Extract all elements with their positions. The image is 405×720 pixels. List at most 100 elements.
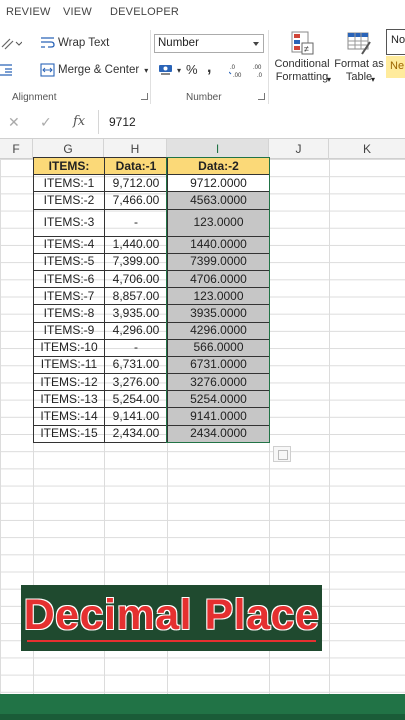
column-header-h[interactable]: H xyxy=(104,139,167,159)
data1-cell[interactable]: - xyxy=(104,208,168,237)
svg-text:≠: ≠ xyxy=(304,44,309,54)
table-row: ITEMS:-3-123.0000 xyxy=(33,208,270,237)
item-cell[interactable]: ITEMS:-2 xyxy=(33,191,105,210)
data1-cell[interactable]: 5,254.00 xyxy=(104,390,168,409)
item-cell[interactable]: ITEMS:-6 xyxy=(33,269,105,289)
merge-center-label: Merge & Center xyxy=(58,64,140,76)
item-cell[interactable]: ITEMS:-10 xyxy=(33,338,105,357)
item-cell[interactable]: ITEMS:-11 xyxy=(33,355,105,375)
banner-title: Decimal Place xyxy=(23,591,320,639)
format-as-table-dropdown-icon[interactable]: ▾ xyxy=(371,75,375,84)
data1-cell[interactable]: 8,857.00 xyxy=(104,287,168,306)
merge-center-icon xyxy=(40,63,55,77)
percent-button[interactable]: % xyxy=(186,62,198,77)
column-header-i[interactable]: I xyxy=(167,139,269,159)
data1-cell[interactable]: 7,466.00 xyxy=(104,191,168,210)
data1-cell[interactable]: 4,706.00 xyxy=(104,269,168,289)
ribbon-divider xyxy=(268,30,269,104)
cell-style-neutral[interactable]: Ne xyxy=(386,56,405,78)
currency-button[interactable]: ▾ xyxy=(158,63,181,77)
item-cell[interactable]: ITEMS:-4 xyxy=(33,235,105,254)
number-format-select[interactable]: Number xyxy=(154,34,264,53)
currency-icon xyxy=(159,65,172,75)
column-header-g[interactable]: G xyxy=(33,139,104,159)
data2-cell[interactable]: 566.0000 xyxy=(167,338,270,357)
data1-cell[interactable]: 1,440.00 xyxy=(104,235,168,254)
merge-dropdown-icon[interactable]: ▾ xyxy=(144,66,148,75)
formula-input[interactable]: 9712 xyxy=(98,110,405,134)
decrease-decimal-button[interactable]: .00 .0 xyxy=(252,62,268,78)
cell-style-normal[interactable]: No xyxy=(386,29,405,55)
ribbon-divider xyxy=(150,30,151,104)
item-cell[interactable]: ITEMS:-15 xyxy=(33,424,105,443)
wrap-text-button[interactable]: Wrap Text xyxy=(40,36,109,50)
data2-cell[interactable]: 4563.0000 xyxy=(167,191,270,210)
data2-cell[interactable]: 3935.0000 xyxy=(167,304,270,323)
data1-cell[interactable]: 6,731.00 xyxy=(104,355,168,375)
conditional-formatting-dropdown-icon[interactable]: ▾ xyxy=(327,75,331,84)
table-row: ITEMS:-1 9,712.00 9712.0000 xyxy=(33,174,270,193)
format-as-table-icon xyxy=(347,32,371,55)
increase-decimal-icon: .0 .00 xyxy=(229,65,242,78)
item-cell[interactable]: ITEMS:-5 xyxy=(33,252,105,271)
item-cell[interactable]: ITEMS:-1 xyxy=(33,174,105,193)
quick-analysis-icon[interactable] xyxy=(273,446,291,462)
data2-cell[interactable]: 6731.0000 xyxy=(167,355,270,375)
orientation-button[interactable] xyxy=(0,36,22,50)
insert-function-button[interactable]: fx xyxy=(73,114,85,129)
data2-cell[interactable]: 9141.0000 xyxy=(167,407,270,426)
tab-view[interactable]: VIEW xyxy=(63,6,92,18)
data2-cell[interactable]: 4706.0000 xyxy=(167,269,270,289)
item-cell[interactable]: ITEMS:-3 xyxy=(33,208,105,237)
header-cell-items[interactable]: ITEMS: xyxy=(33,156,105,176)
indent-button[interactable] xyxy=(0,63,14,77)
data2-cell[interactable]: 4296.0000 xyxy=(167,321,270,340)
table-row: ITEMS:-14 9,141.00 9141.0000 xyxy=(33,407,270,426)
banner-underline xyxy=(27,640,316,642)
data1-cell[interactable]: 3,276.00 xyxy=(104,373,168,392)
item-cell[interactable]: ITEMS:-7 xyxy=(33,287,105,306)
enter-icon[interactable]: ✓ xyxy=(40,114,52,131)
data1-cell[interactable]: - xyxy=(104,338,168,357)
column-header-k[interactable]: K xyxy=(329,139,405,159)
data2-cell[interactable]: 1440.0000 xyxy=(167,235,270,254)
increase-decimal-button[interactable]: .0 .00 xyxy=(229,62,245,78)
data1-cell[interactable]: 3,935.00 xyxy=(104,304,168,323)
data1-cell[interactable]: 9,712.00 xyxy=(104,174,168,193)
alignment-launcher-icon[interactable] xyxy=(141,93,148,100)
header-cell-data1[interactable]: Data:-1 xyxy=(104,156,168,176)
item-cell[interactable]: ITEMS:-12 xyxy=(33,373,105,392)
data2-cell[interactable]: 123.0000 xyxy=(167,287,270,306)
data2-cell[interactable]: 2434.0000 xyxy=(167,424,270,443)
column-header-f[interactable]: F xyxy=(0,139,33,159)
data2-cell[interactable]: 7399.0000 xyxy=(167,252,270,271)
tab-developer[interactable]: DEVELOPER xyxy=(110,6,179,18)
number-launcher-icon[interactable] xyxy=(258,93,265,100)
comma-style-button[interactable]: , xyxy=(207,59,211,77)
conditional-formatting-button[interactable]: ≠ Conditional Formatting xyxy=(272,30,332,84)
item-cell[interactable]: ITEMS:-8 xyxy=(33,304,105,323)
item-cell[interactable]: ITEMS:-13 xyxy=(33,390,105,409)
data1-cell[interactable]: 4,296.00 xyxy=(104,321,168,340)
data2-cell[interactable]: 3276.0000 xyxy=(167,373,270,392)
title-banner: Decimal Place xyxy=(21,585,322,651)
ribbon-tab-bar: REVIEW VIEW DEVELOPER xyxy=(0,0,405,26)
format-as-table-label-2: Table xyxy=(345,71,373,83)
column-header-j[interactable]: J xyxy=(269,139,329,159)
data1-cell[interactable]: 9,141.00 xyxy=(104,407,168,426)
data1-cell[interactable]: 2,434.00 xyxy=(104,424,168,443)
format-as-table-button[interactable]: Format as Table xyxy=(334,30,384,84)
item-cell[interactable]: ITEMS:-14 xyxy=(33,407,105,426)
data2-cell[interactable]: 5254.0000 xyxy=(167,390,270,409)
cancel-icon[interactable]: ✕ xyxy=(8,114,20,131)
item-cell[interactable]: ITEMS:-9 xyxy=(33,321,105,340)
svg-text:.0: .0 xyxy=(257,73,263,78)
merge-center-button[interactable]: Merge & Center ▾ xyxy=(40,63,148,77)
data2-cell[interactable]: 123.0000 xyxy=(167,208,270,237)
currency-dropdown-icon[interactable]: ▾ xyxy=(177,66,181,75)
data1-cell[interactable]: 7,399.00 xyxy=(104,252,168,271)
data2-cell[interactable]: 9712.0000 xyxy=(167,174,270,193)
tab-review[interactable]: REVIEW xyxy=(6,6,51,18)
format-as-table-label-1: Format as xyxy=(334,58,384,70)
header-cell-data2[interactable]: Data:-2 xyxy=(167,156,270,176)
